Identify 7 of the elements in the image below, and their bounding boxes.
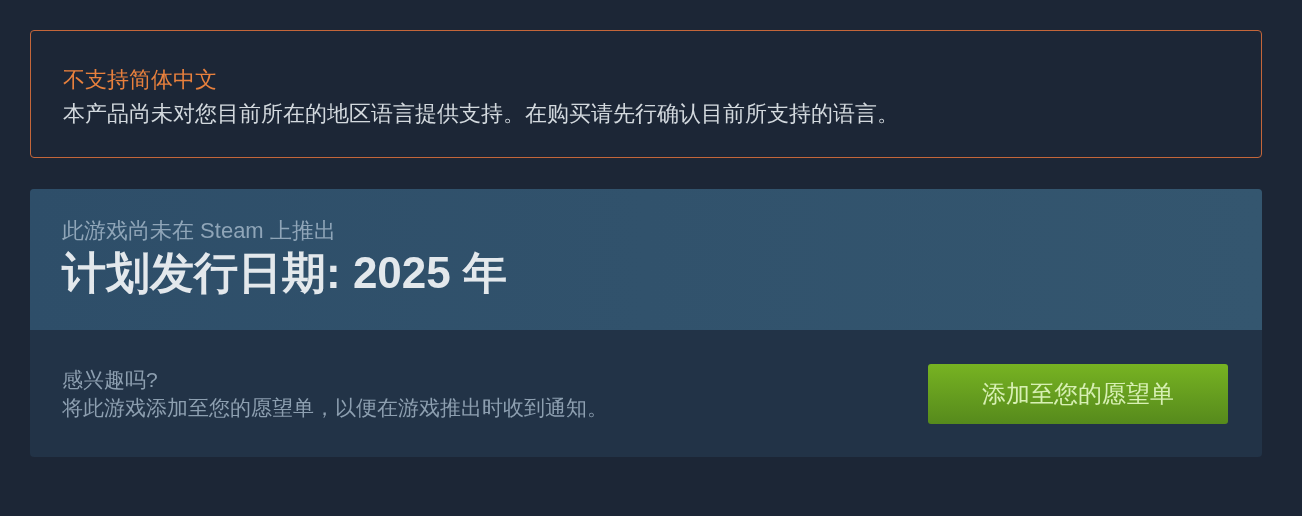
notice-message: 本产品尚未对您目前所在的地区语言提供支持。在购买请先行确认目前所支持的语言。 [63, 100, 900, 128]
release-date-title: 计划发行日期: 2025 年 [62, 247, 508, 299]
notice-title: 不支持简体中文 [63, 66, 218, 94]
release-subtitle: 此游戏尚未在 Steam 上推出 [62, 217, 337, 245]
wishlist-description: 将此游戏添加至您的愿望单，以便在游戏推出时收到通知。 [62, 394, 608, 421]
question-text: 感兴趣吗? [62, 366, 159, 393]
add-to-wishlist-button[interactable]: 添加至您的愿望单 [928, 363, 1228, 424]
